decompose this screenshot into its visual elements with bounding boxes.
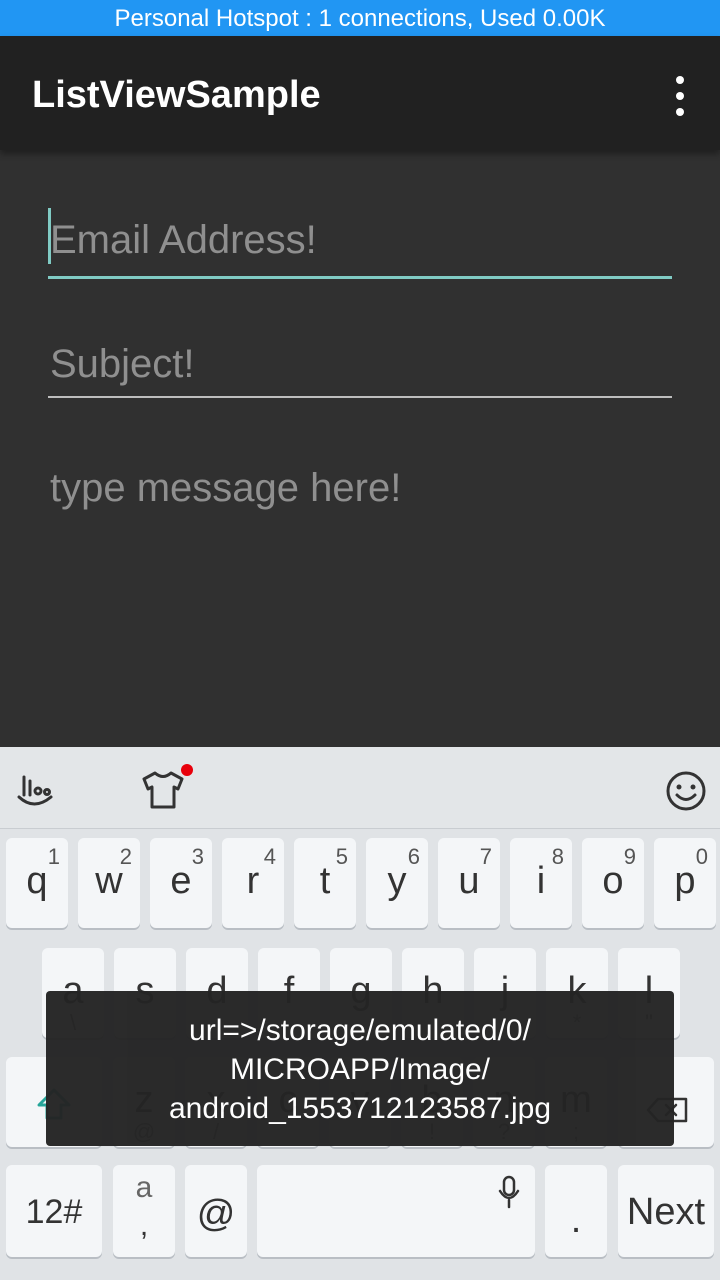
emoji-icon[interactable] (664, 769, 708, 818)
swype-gesture-icon[interactable] (14, 769, 56, 816)
key-e[interactable]: e3 (150, 838, 212, 928)
notification-dot (181, 764, 193, 776)
email-placeholder: Email Address! (50, 218, 317, 262)
app-bar: ListViewSample (0, 36, 720, 150)
key-t[interactable]: t5 (294, 838, 356, 928)
microphone-icon[interactable] (497, 1175, 521, 1209)
key-hint: 7 (479, 844, 492, 869)
space-key[interactable] (257, 1165, 535, 1257)
keyboard-toolbar (0, 747, 720, 829)
email-field[interactable]: Email Address! (48, 208, 672, 279)
period-key-label: . (570, 1199, 582, 1241)
key-o[interactable]: o9 (582, 838, 644, 928)
theme-shirt-icon[interactable] (140, 769, 186, 816)
key-y[interactable]: y6 (366, 838, 428, 928)
key-hint: 1 (47, 844, 60, 869)
punctuation-key[interactable]: a , (113, 1165, 175, 1257)
subject-field[interactable]: Subject! (48, 338, 672, 398)
at-key-label: @ (196, 1193, 236, 1235)
key-hint: 3 (191, 844, 204, 869)
toast-message: url=>/storage/emulated/0/ MICROAPP/Image… (46, 991, 674, 1146)
message-field[interactable]: type message here! (48, 462, 672, 522)
toast-line-2: MICROAPP/Image/ (229, 1053, 491, 1086)
period-key[interactable]: . (545, 1165, 607, 1257)
at-key[interactable]: @ (185, 1165, 247, 1257)
key-u[interactable]: u7 (438, 838, 500, 928)
key-hint: 9 (623, 844, 636, 869)
status-bar: Personal Hotspot : 1 connections, Used 0… (0, 0, 720, 36)
punctuation-key-top: a (135, 1171, 153, 1204)
status-bar-text: Personal Hotspot : 1 connections, Used 0… (114, 5, 606, 32)
message-placeholder: type message here! (50, 466, 402, 510)
key-i[interactable]: i8 (510, 838, 572, 928)
subject-placeholder: Subject! (50, 342, 195, 386)
key-hint: 8 (551, 844, 564, 869)
toast-line-3: android_1553712123587.jpg (168, 1092, 552, 1125)
key-hint: 2 (119, 844, 132, 869)
symbols-key[interactable]: 12# (6, 1165, 102, 1257)
punctuation-key-bottom: , (139, 1209, 149, 1242)
key-p[interactable]: p0 (654, 838, 716, 928)
key-hint: 0 (695, 844, 708, 869)
toast-line-1: url=>/storage/emulated/0/ (189, 1014, 531, 1047)
key-q[interactable]: q1 (6, 838, 68, 928)
next-key[interactable]: Next (618, 1165, 714, 1257)
next-key-label: Next (626, 1191, 706, 1233)
app-title: ListViewSample (32, 74, 321, 116)
key-r[interactable]: r4 (222, 838, 284, 928)
key-hint: 4 (263, 844, 276, 869)
key-hint: 6 (407, 844, 420, 869)
key-hint: 5 (335, 844, 348, 869)
symbols-key-label: 12# (25, 1193, 83, 1231)
key-w[interactable]: w2 (78, 838, 140, 928)
overflow-menu-icon[interactable] (670, 76, 690, 116)
